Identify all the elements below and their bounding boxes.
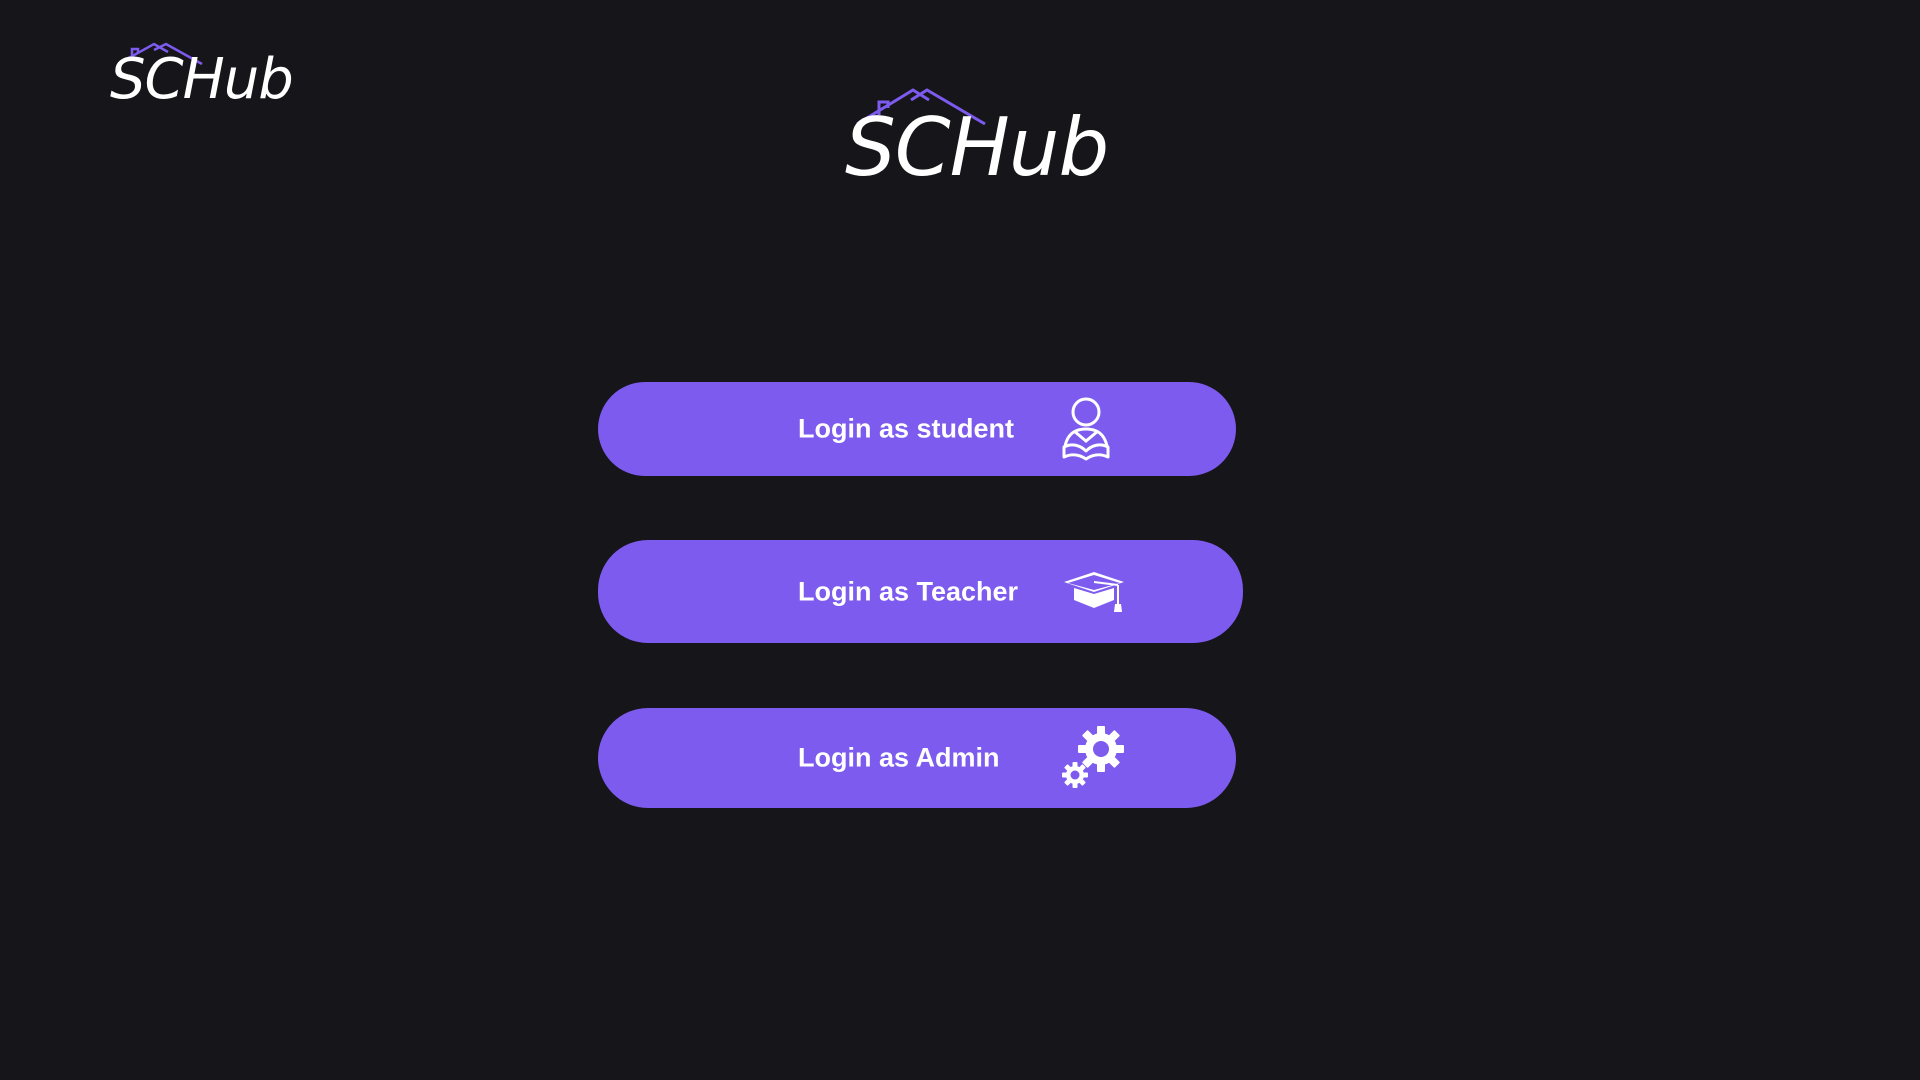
graduation-cap-icon	[1064, 571, 1124, 612]
login-admin-label: Login as Admin	[798, 742, 1000, 773]
login-teacher-button[interactable]: Login as Teacher	[598, 540, 1243, 643]
logo-small: SCHub	[110, 40, 294, 110]
student-reading-icon	[1062, 397, 1110, 461]
login-page: SCHub SCHub Login as student Login as Te…	[0, 0, 1920, 1080]
logo-large: SCHub	[845, 88, 1109, 198]
logo-large-wordmark: SCHub	[845, 101, 1109, 194]
logo-small-wordmark: SCHub	[110, 47, 294, 112]
login-teacher-label: Login as Teacher	[798, 576, 1019, 606]
login-admin-button[interactable]: Login as Admin	[598, 708, 1236, 808]
login-student-label: Login as student	[798, 413, 1014, 444]
gears-icon	[1062, 726, 1124, 788]
login-student-button[interactable]: Login as student	[598, 382, 1236, 476]
